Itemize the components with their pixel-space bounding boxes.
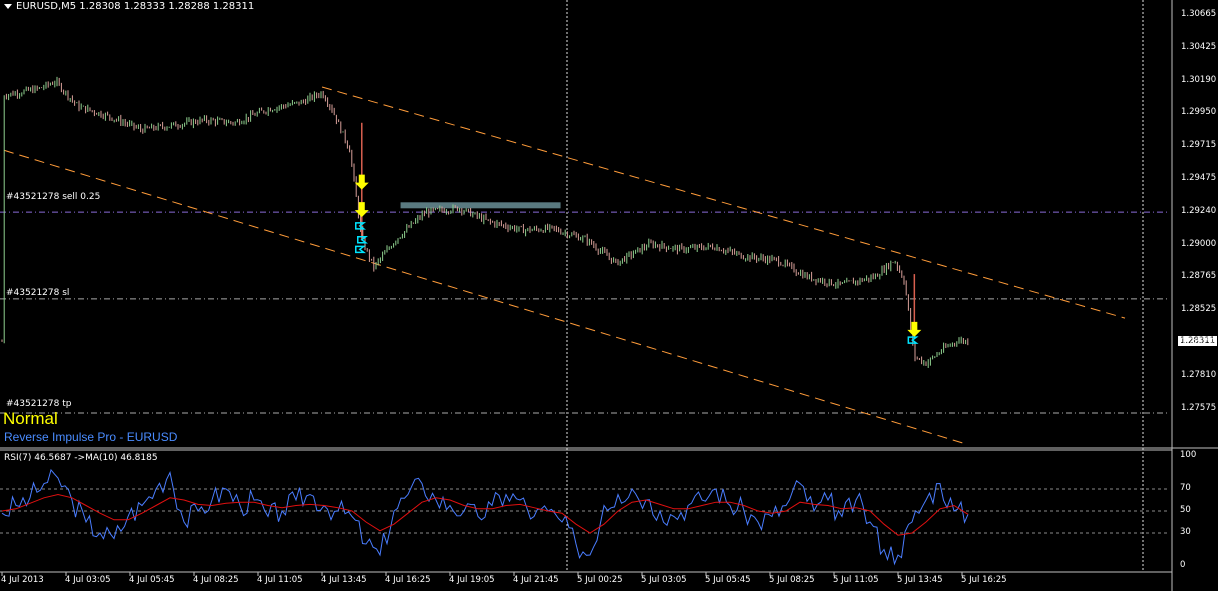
price-tick-label: 1.28765 xyxy=(1181,271,1217,282)
time-tick-label: 4 Jul 13:45 xyxy=(321,575,367,585)
symbol-quote: EURUSD,M5 1.28308 1.28333 1.28288 1.2831… xyxy=(16,1,255,12)
time-tick-label: 4 Jul 2013 xyxy=(1,575,44,585)
rsi-tick-label: 100 xyxy=(1180,450,1197,460)
sell-arrow-icon xyxy=(907,321,922,337)
price-chart[interactable] xyxy=(0,0,1218,591)
sell-arrow-icon xyxy=(354,174,369,190)
supply-zone xyxy=(400,202,561,209)
price-tick-label: 1.29000 xyxy=(1181,238,1217,249)
price-tick-label: 1.30425 xyxy=(1181,41,1217,52)
price-tick-label: 1.29950 xyxy=(1181,107,1217,118)
price-tick-label: 1.30190 xyxy=(1181,74,1217,85)
time-tick-label: 5 Jul 16:25 xyxy=(961,575,1007,585)
time-tick-label: 4 Jul 21:45 xyxy=(513,575,559,585)
price-tick-label: 1.30665 xyxy=(1181,9,1217,19)
sell-order-label: #43521278 sell 0.25 xyxy=(6,192,101,202)
indicator-name: Reverse Impulse Pro - EURUSD xyxy=(4,430,178,444)
price-tick-label: 1.28525 xyxy=(1181,304,1217,315)
price-tick-label: 1.29715 xyxy=(1181,140,1217,151)
time-tick-label: 5 Jul 03:05 xyxy=(641,575,687,585)
time-tick-label: 4 Jul 05:45 xyxy=(129,575,175,585)
symbol-title[interactable]: EURUSD,M5 1.28308 1.28333 1.28288 1.2831… xyxy=(4,1,254,12)
price-tick-label: 1.27810 xyxy=(1181,369,1217,380)
trading-chart-window[interactable]: EURUSD,M5 1.28308 1.28333 1.28288 1.2831… xyxy=(0,0,1218,591)
price-tick-label: 1.29240 xyxy=(1181,205,1217,216)
rsi-tick-label: 30 xyxy=(1180,527,1191,537)
time-tick-label: 4 Jul 16:25 xyxy=(385,575,431,585)
rsi-legend: RSI(7) 46.5687 ->MA(10) 46.8185 xyxy=(4,453,158,463)
entry-marker-icon xyxy=(355,222,367,230)
price-tick-label: 1.27575 xyxy=(1181,402,1217,413)
candles xyxy=(1,76,969,368)
rsi-tick-label: 50 xyxy=(1180,505,1191,515)
time-tick-label: 4 Jul 03:05 xyxy=(65,575,111,585)
dropdown-triangle-icon[interactable] xyxy=(4,3,12,9)
time-tick-label: 4 Jul 11:05 xyxy=(257,575,303,585)
time-tick-label: 5 Jul 05:45 xyxy=(705,575,751,585)
sell-arrow-icon xyxy=(354,202,369,218)
take-profit-label: #43521278 tp xyxy=(6,399,72,409)
entry-marker-icon xyxy=(355,245,367,254)
time-tick-label: 4 Jul 19:05 xyxy=(449,575,495,585)
rsi-ma-line xyxy=(1,493,969,536)
time-tick-label: 5 Jul 08:25 xyxy=(769,575,815,585)
mode-label: Normal xyxy=(3,409,58,428)
rsi-tick-label: 0 xyxy=(1180,560,1186,570)
rsi-tick-label: 70 xyxy=(1180,483,1191,493)
time-tick-label: 5 Jul 00:25 xyxy=(577,575,623,585)
time-tick-label: 5 Jul 11:05 xyxy=(833,575,879,585)
time-tick-label: 5 Jul 13:45 xyxy=(897,575,943,585)
rsi-line xyxy=(1,468,969,566)
time-tick-label: 4 Jul 08:25 xyxy=(193,575,239,585)
price-tick-label: 1.29475 xyxy=(1181,173,1217,183)
stop-loss-label: #43521278 sl xyxy=(6,288,70,298)
channel-lower-line xyxy=(3,149,969,446)
price-tick-label: 1.28050 xyxy=(1181,337,1217,347)
